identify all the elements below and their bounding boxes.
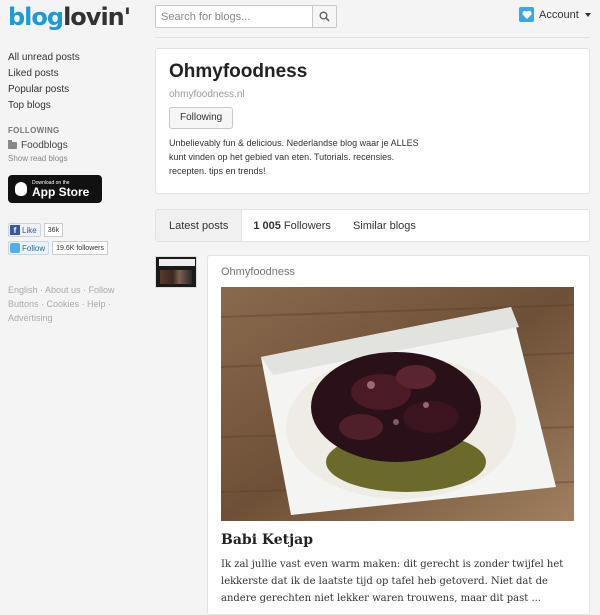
search-input[interactable]: [156, 6, 312, 27]
heart-icon: [519, 7, 534, 22]
main-content: Ohmyfoodness ohmyfoodness.nl Following U…: [155, 48, 590, 615]
blog-tabs: Latest posts 1 005 Followers Similar blo…: [155, 209, 590, 242]
blog-header-card: Ohmyfoodness ohmyfoodness.nl Following U…: [155, 48, 590, 194]
folder-foodblogs[interactable]: Foodblogs: [8, 140, 148, 151]
facebook-like-label: Like: [22, 225, 37, 235]
app-store-text: Download on the App Store: [32, 180, 90, 199]
facebook-icon: f: [10, 225, 20, 235]
post-card: Ohmyfoodness Babi Ketjap Ik zal jullie v…: [207, 255, 590, 615]
chevron-down-icon: [584, 12, 591, 17]
twitter-icon: [10, 243, 20, 253]
post-excerpt: Ik zal jullie vast even warm maken: dit …: [221, 559, 564, 604]
facebook-count: 36k: [43, 223, 63, 237]
sidebar: All unread posts Liked posts Popular pos…: [8, 50, 148, 325]
account-menu[interactable]: Account: [519, 7, 591, 22]
show-read-blogs-link[interactable]: Show read blogs: [8, 154, 148, 163]
followers-label: Followers: [283, 219, 331, 232]
account-label: Account: [539, 8, 579, 21]
tab-followers[interactable]: 1 005 Followers: [242, 210, 342, 241]
twitter-row: Follow 19.6K followers: [8, 241, 148, 255]
footer-links[interactable]: English · About us · Follow Buttons · Co…: [8, 283, 126, 325]
app-store-badge[interactable]: Download on the App Store: [8, 175, 102, 203]
sidebar-item-popular[interactable]: Popular posts: [8, 82, 148, 98]
blog-thumbnail[interactable]: [155, 256, 197, 288]
sidebar-item-liked[interactable]: Liked posts: [8, 66, 148, 82]
logo-lovin: lovin': [63, 3, 131, 31]
header-divider: [155, 37, 590, 38]
sidebar-nav: All unread posts Liked posts Popular pos…: [8, 50, 148, 114]
apple-icon: [15, 182, 27, 196]
followers-count: 1 005: [253, 219, 281, 232]
twitter-count: 19.6K followers: [52, 241, 108, 255]
following-button[interactable]: Following: [169, 107, 234, 129]
blog-title: Ohmyfoodness: [169, 61, 308, 82]
twitter-follow-label: Follow: [22, 243, 46, 253]
tab-similar-blogs[interactable]: Similar blogs: [342, 210, 427, 241]
top-bar: bloglovin' Account: [0, 0, 600, 36]
logo-blog: blog: [8, 3, 64, 31]
sidebar-item-all-unread[interactable]: All unread posts: [8, 50, 148, 66]
blog-url[interactable]: ohmyfoodness.nl: [169, 89, 576, 100]
blog-description: Unbelievably fun & delicious. Nederlands…: [169, 138, 419, 176]
post-photo: [221, 287, 574, 521]
following-heading: FOLLOWING: [8, 126, 60, 135]
post-title[interactable]: Babi Ketjap: [221, 532, 576, 548]
twitter-follow-button[interactable]: Follow: [8, 241, 50, 255]
post-source[interactable]: Ohmyfoodness: [221, 266, 576, 278]
sidebar-item-top-blogs[interactable]: Top blogs: [8, 98, 148, 114]
search-box: [155, 5, 337, 28]
post-image[interactable]: [221, 287, 574, 521]
app-store-big-text: App Store: [32, 184, 90, 199]
folder-label: Foodblogs: [21, 140, 68, 151]
bloglovin-logo[interactable]: bloglovin': [8, 3, 131, 31]
search-button[interactable]: [312, 6, 336, 27]
social-buttons: f Like 36k Follow 19.6K followers: [8, 223, 148, 255]
tab-latest-posts[interactable]: Latest posts: [156, 210, 243, 241]
folder-icon: [8, 140, 17, 149]
facebook-row: f Like 36k: [8, 223, 148, 237]
search-icon: [319, 11, 330, 22]
facebook-like-button[interactable]: f Like: [8, 223, 41, 237]
